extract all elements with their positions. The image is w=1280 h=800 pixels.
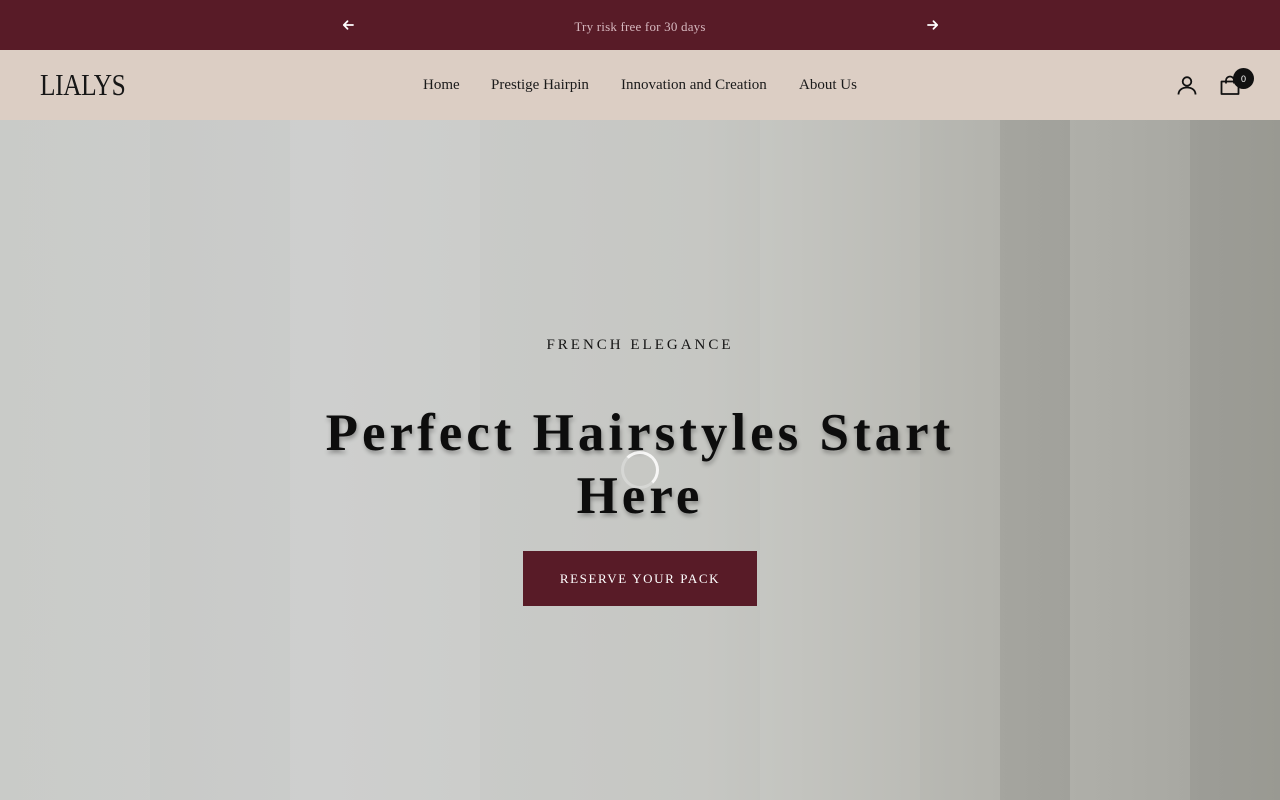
announcement-message: Try risk free for 30 days [574, 19, 706, 34]
reserve-pack-button[interactable]: RESERVE YOUR PACK [523, 551, 757, 606]
nav-link-home[interactable]: Home [423, 76, 460, 94]
hero-banner: FRENCH ELEGANCE Perfect Hairstyles Start… [0, 120, 1280, 800]
loading-spinner-icon [621, 451, 659, 489]
announcement-bar: Try risk free for 30 days [0, 0, 1280, 50]
nav-link-about-us[interactable]: About Us [799, 76, 857, 94]
hero-background-shadow-right [1190, 120, 1280, 800]
main-navigation: Home Prestige Hairpin Innovation and Cre… [0, 50, 1280, 120]
site-header: LIALYS Home Prestige Hairpin Innovation … [0, 50, 1280, 120]
user-icon[interactable] [1175, 73, 1199, 97]
arrow-left-icon[interactable] [336, 13, 360, 37]
hero-background-shadow [1000, 120, 1070, 800]
cart-count-badge: 0 [1233, 68, 1254, 89]
nav-link-prestige-hairpin[interactable]: Prestige Hairpin [491, 76, 589, 94]
hero-eyebrow: FRENCH ELEGANCE [546, 337, 734, 353]
arrow-right-icon[interactable] [921, 13, 945, 37]
nav-link-innovation-and-creation[interactable]: Innovation and Creation [621, 76, 767, 94]
